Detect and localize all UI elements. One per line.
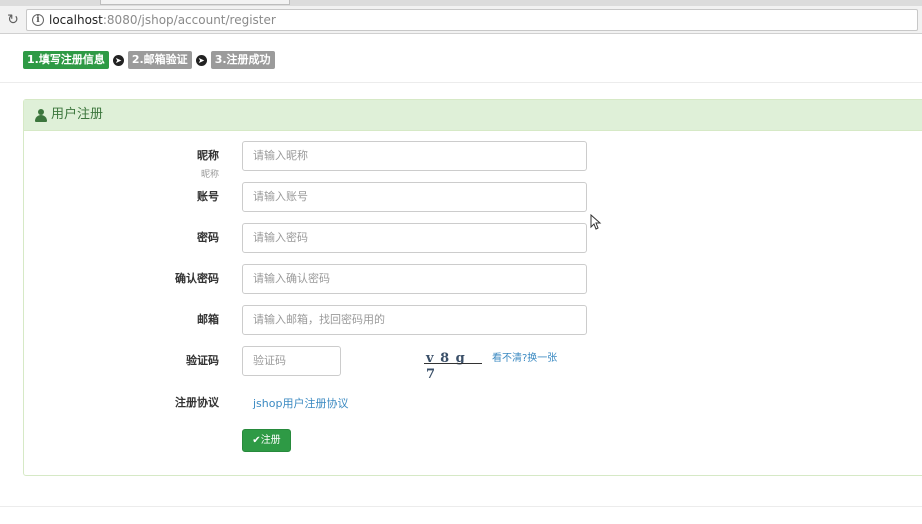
panel-heading: 用户注册 [24,100,922,131]
address-bar[interactable]: i localhost:8080/jshop/account/register [26,9,918,31]
agreement-label: 注册协议 [175,396,219,409]
nickname-ghost-label: 昵称 [200,170,219,180]
confirm-password-label: 确认密码 [175,272,219,285]
reload-icon[interactable]: ↻ [4,11,22,29]
user-icon [35,109,47,122]
register-panel: 用户注册 昵称 昵称 请输入昵称 账号 请输入账号 密码 请输入密码 确认密码 … [23,99,922,476]
browser-toolbar: ↻ i localhost:8080/jshop/account/registe… [0,6,922,34]
account-input[interactable]: 请输入账号 [242,182,587,212]
info-icon[interactable]: i [32,14,44,26]
confirm-password-input[interactable]: 请输入确认密码 [242,264,587,294]
page: ↻ i localhost:8080/jshop/account/registe… [0,0,922,524]
step-fill-info: 1.填写注册信息 [23,51,109,69]
panel-title: 用户注册 [51,107,104,122]
browser-tab[interactable] [100,0,290,5]
agreement-link[interactable]: jshop用户注册协议 [253,397,348,411]
password-label: 密码 [197,231,219,244]
url-text: localhost:8080/jshop/account/register [49,13,276,28]
url-path: :8080/jshop/account/register [102,13,276,27]
register-button-label: 注册 [260,435,281,446]
step-email-verify: 2.邮箱验证 [127,51,192,69]
step-register-success: 3.注册成功 [210,51,275,69]
nickname-label: 昵称 [197,149,219,162]
register-button[interactable]: ✔注册 [242,429,291,452]
password-input[interactable]: 请输入密码 [242,223,587,253]
divider [0,82,922,83]
divider [0,506,922,507]
captcha-image[interactable]: v 8 g 7 [426,351,480,382]
email-label: 邮箱 [197,313,219,326]
email-input[interactable]: 请输入邮箱，找回密码用的 [242,305,587,335]
captcha-refresh-link[interactable]: 看不清?换一张 [492,353,557,365]
register-steps: 1.填写注册信息 ➤ 2.邮箱验证 ➤ 3.注册成功 [23,51,275,69]
account-label: 账号 [197,190,219,203]
arrow-right-icon: ➤ [195,54,207,66]
nickname-input[interactable]: 请输入昵称 [242,141,587,171]
url-host: localhost [49,13,103,27]
arrow-right-icon: ➤ [112,54,124,66]
captcha-label: 验证码 [186,354,219,367]
mouse-cursor-icon [590,214,602,230]
check-icon: ✔ [252,435,261,446]
captcha-noise-line [424,363,482,364]
captcha-input[interactable]: 验证码 [242,346,341,376]
